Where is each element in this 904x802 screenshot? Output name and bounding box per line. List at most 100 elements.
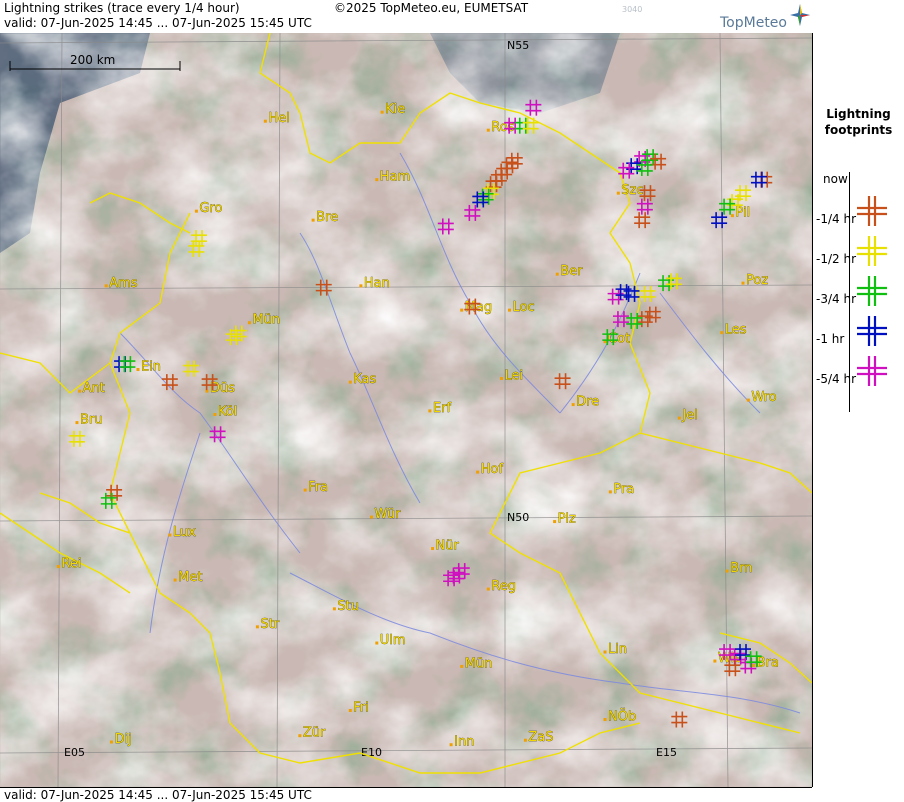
legend-axis-line (849, 332, 850, 372)
city-marker (375, 641, 379, 645)
city-label: Düs (210, 381, 235, 396)
city-marker (263, 119, 267, 123)
city-marker (380, 110, 384, 114)
city-marker (720, 331, 724, 335)
city-marker (136, 368, 140, 372)
city-marker (311, 218, 315, 222)
city-marker (247, 321, 251, 325)
city-marker (298, 734, 302, 738)
city-label: ZaS (528, 730, 553, 745)
header-bar: Lightning strikes (trace every 1/4 hour)… (0, 0, 812, 34)
legend-entry-label: now (823, 172, 848, 186)
city-marker (359, 284, 363, 288)
legend-entry: -1 hr (813, 332, 904, 386)
city-label: Str (260, 617, 279, 632)
city-marker (555, 272, 559, 276)
city-marker (168, 533, 172, 537)
city-label: Rei (61, 557, 81, 572)
city-label: Nür (436, 539, 460, 554)
legend-entry: -5/4 hr (813, 372, 904, 412)
city-marker (571, 403, 575, 407)
city-label: Reg (491, 579, 516, 594)
city-marker (608, 490, 612, 494)
city-label: Loc (512, 300, 534, 315)
city-label: Hel (268, 111, 289, 126)
city-marker (486, 128, 490, 132)
city-marker (725, 569, 729, 573)
city-marker (75, 421, 79, 425)
grid-label-n50: N50 (507, 511, 529, 524)
city-marker (332, 607, 336, 611)
city-label: Gro (199, 201, 222, 216)
city-marker (507, 308, 511, 312)
city-marker (476, 470, 480, 474)
city-marker (303, 488, 307, 492)
city-marker (713, 659, 717, 663)
legend-entry-label: -1/2 hr (816, 252, 856, 266)
city-label: NÖb (608, 708, 636, 725)
legend-entry-label: -1 hr (816, 332, 845, 346)
city-label: Hof (481, 462, 504, 477)
legend-axis-line (849, 292, 850, 332)
city-label: Zür (303, 726, 326, 741)
city-marker (428, 409, 432, 413)
city-marker (213, 412, 217, 416)
city-label: Lei (505, 369, 524, 384)
city-label: Erf (433, 401, 452, 416)
legend-entry: -3/4 hr (813, 292, 904, 346)
city-marker (348, 709, 352, 713)
city-marker (730, 214, 734, 218)
city-marker (431, 547, 435, 551)
footer-bar: valid: 07-Jun-2025 14:45 ... 07-Jun-2025… (0, 787, 812, 802)
legend-entry-label: -1/4 hr (816, 212, 856, 226)
brand-logo-text: TopMeteo (720, 15, 787, 31)
city-marker (523, 738, 527, 742)
city-label: Dre (576, 395, 599, 410)
city-label: Han (364, 276, 390, 291)
scale-bar-label: 200 km (70, 53, 115, 67)
city-label: Ulm (380, 633, 406, 648)
city-marker (616, 191, 620, 195)
city-label: Les (725, 323, 747, 338)
city-label: Plz (558, 512, 576, 527)
city-label: Met (178, 570, 202, 585)
city-marker (449, 743, 453, 747)
footer-valid-time-range: valid: 07-Jun-2025 14:45 ... 07-Jun-2025… (4, 788, 312, 802)
city-marker (603, 650, 607, 654)
grid-label-e05: E05 (64, 746, 85, 759)
city-marker (104, 284, 108, 288)
city-label: Kas (353, 372, 376, 387)
city-marker (746, 398, 750, 402)
city-marker (486, 587, 490, 591)
city-label: Stu (337, 599, 359, 614)
legend-title: Lightning footprints (824, 107, 893, 137)
city-label: Poz (746, 273, 768, 288)
city-marker (460, 308, 464, 312)
city-marker (677, 416, 681, 420)
city-marker (500, 377, 504, 381)
satellite-map[interactable]: N55 N50 E05 E10 E15 200 km Hel Kie Ros H… (0, 33, 813, 787)
city-label: Wür (375, 507, 402, 522)
city-label: Bru (80, 413, 103, 428)
grid-label-n55: N55 (507, 39, 529, 52)
map-title: Lightning strikes (trace every 1/4 hour) (4, 1, 240, 15)
city-label: Ant (83, 381, 105, 396)
valid-time-range: valid: 07-Jun-2025 14:45 ... 07-Jun-2025… (4, 16, 312, 30)
city-label: Ein (141, 360, 161, 375)
city-marker (603, 718, 607, 722)
legend-axis-line (849, 212, 850, 252)
legend-panel: Lightning footprints now -1/4 hr -1/2 hr -3… (813, 0, 904, 801)
city-label: Ams (109, 276, 138, 291)
city-label: Bre (316, 210, 338, 225)
legend-axis-line (849, 372, 850, 412)
city-label: Fra (308, 480, 328, 495)
city-marker (741, 281, 745, 285)
city-marker (370, 515, 374, 519)
city-label: Mün (252, 313, 280, 328)
city-label: Lux (173, 525, 196, 540)
city-marker (56, 565, 60, 569)
city-label: Mün (465, 656, 493, 671)
city-marker (375, 178, 379, 182)
city-label: Fri (353, 701, 369, 716)
city-marker (553, 520, 557, 524)
